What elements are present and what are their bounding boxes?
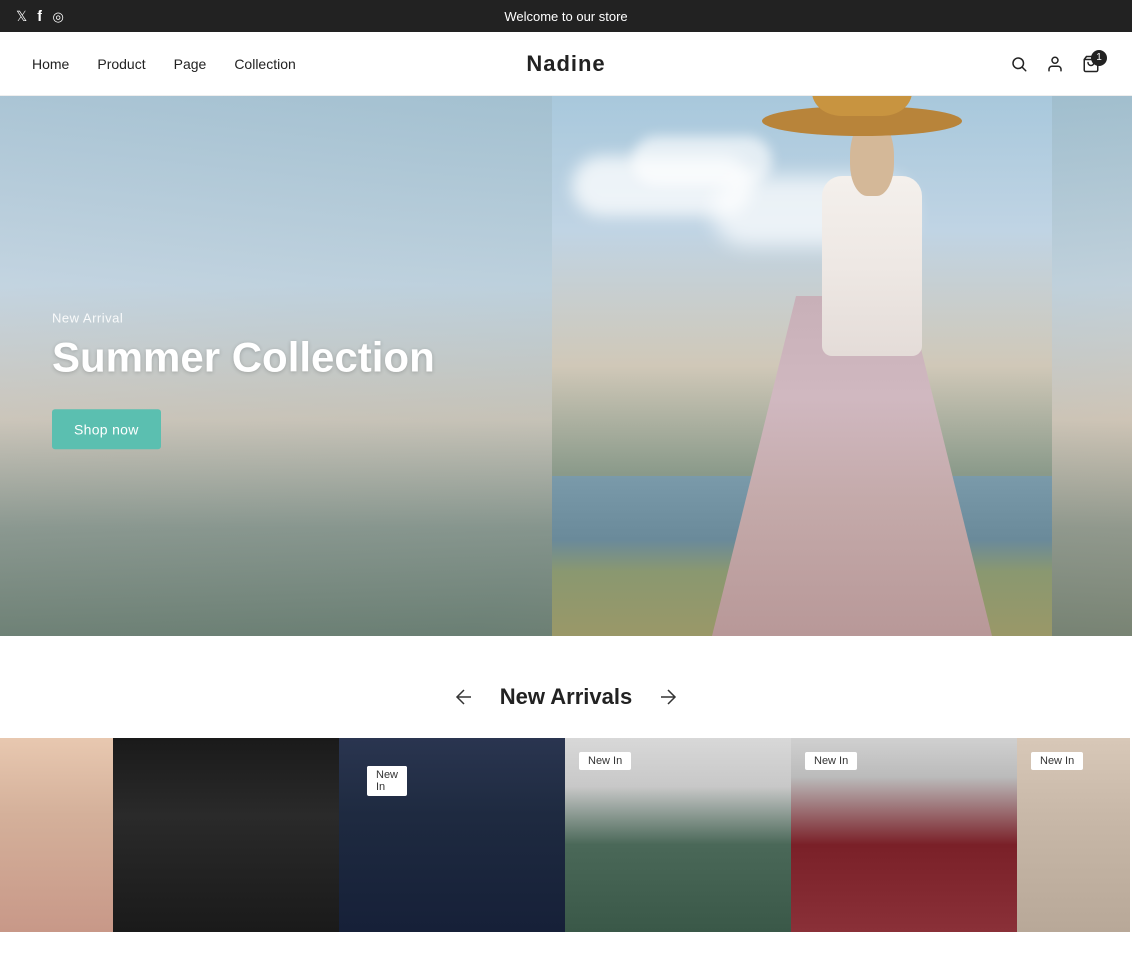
shop-now-button[interactable]: Shop now: [52, 410, 161, 450]
section-header: New Arrivals: [0, 684, 1132, 710]
hero-section: New Arrival Summer Collection Shop now: [0, 96, 1132, 636]
top-bar: Welcome to our store: [0, 0, 1132, 32]
hero-subtitle: New Arrival: [52, 310, 435, 325]
cart-count: 1: [1091, 50, 1107, 66]
twitter-icon[interactable]: [16, 8, 27, 25]
nav-icons: 1: [1010, 55, 1100, 73]
product-card-red-dress[interactable]: New In: [791, 738, 1017, 932]
hero-title: Summer Collection: [52, 333, 435, 381]
nav-home[interactable]: Home: [32, 56, 69, 72]
nav-links: Home Product Page Collection: [32, 56, 296, 72]
new-in-badge-2: New In: [579, 752, 631, 770]
search-button[interactable]: [1010, 55, 1028, 73]
product-card-green-top[interactable]: New In: [565, 738, 791, 932]
navbar: Home Product Page Collection Nadine 1: [0, 32, 1132, 96]
instagram-icon[interactable]: [52, 8, 63, 25]
nav-page[interactable]: Page: [174, 56, 207, 72]
new-in-badge-3: New In: [805, 752, 857, 770]
hero-content: New Arrival Summer Collection Shop now: [52, 310, 435, 449]
nav-product[interactable]: Product: [97, 56, 145, 72]
products-strip: Sale New In New In New In New In: [0, 738, 1132, 932]
hero-image: [552, 96, 1052, 636]
nav-collection[interactable]: Collection: [234, 56, 295, 72]
cart-button[interactable]: 1: [1082, 55, 1100, 73]
facebook-icon[interactable]: [37, 8, 42, 25]
new-in-badge: New In: [367, 766, 407, 796]
social-links: [16, 8, 64, 25]
product-card-partial-right[interactable]: New In: [1017, 738, 1130, 932]
account-button[interactable]: [1046, 55, 1064, 73]
brand-logo[interactable]: Nadine: [526, 51, 605, 77]
next-arrow-button[interactable]: [656, 685, 680, 709]
product-card-blazer[interactable]: [113, 738, 339, 932]
new-arrivals-title: New Arrivals: [500, 684, 632, 710]
product-card-navy-dress[interactable]: Sale New In: [339, 738, 565, 932]
store-message: Welcome to our store: [504, 9, 627, 24]
product-card-partial-left[interactable]: [0, 738, 113, 932]
new-in-badge-4: New In: [1031, 752, 1083, 770]
new-arrivals-section: New Arrivals Sale New In New In: [0, 636, 1132, 956]
prev-arrow-button[interactable]: [452, 685, 476, 709]
